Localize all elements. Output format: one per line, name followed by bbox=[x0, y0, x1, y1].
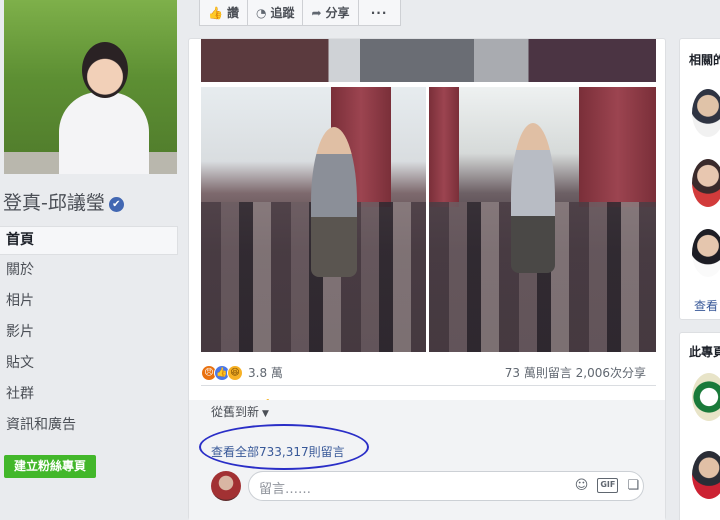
page-action-bar: 👍 讚 ◔ 追蹤 ➦ 分享 ··· bbox=[199, 0, 401, 26]
share-page-label: 分享 bbox=[325, 6, 350, 20]
party-logo-icon[interactable] bbox=[692, 373, 720, 421]
thumbs-up-icon: 👍 bbox=[208, 5, 223, 20]
page-avatar[interactable] bbox=[692, 451, 720, 499]
page-nav: 首頁 關於 相片 影片 貼文 社群 資訊和廣告 bbox=[0, 226, 178, 441]
more-options-button[interactable]: ··· bbox=[358, 0, 401, 26]
like-page-label: 讚 bbox=[226, 6, 239, 20]
related-page-avatar[interactable] bbox=[692, 159, 720, 207]
photo-person-body bbox=[59, 92, 149, 174]
nav-item-about[interactable]: 關於 bbox=[0, 255, 178, 286]
share-arrow-icon: ➦ bbox=[311, 5, 322, 20]
profile-photo[interactable] bbox=[4, 0, 177, 174]
nav-item-home[interactable]: 首頁 bbox=[0, 226, 178, 255]
comment-composer: 留言…… ☺ GIF ❏ bbox=[211, 471, 651, 501]
reaction-count: 3.8 萬 bbox=[248, 366, 283, 380]
share-page-button[interactable]: ➦ 分享 bbox=[303, 0, 359, 26]
haha-reaction-icon: 😆 bbox=[227, 364, 243, 381]
reaction-summary[interactable]: 😠 👍 😆 3.8 萬 bbox=[201, 364, 283, 381]
post-photo-top[interactable] bbox=[201, 39, 656, 82]
divider bbox=[201, 385, 656, 386]
photo-person-head bbox=[82, 42, 128, 98]
photo-speaker bbox=[311, 127, 357, 277]
page-name-text: 登真-邱議瑩 bbox=[3, 192, 105, 214]
highlight-ellipse bbox=[199, 424, 369, 470]
page-info-panel: 此專頁 bbox=[679, 332, 720, 520]
verified-badge-icon: ✔ bbox=[108, 197, 124, 212]
follow-button[interactable]: ◔ 追蹤 bbox=[247, 0, 304, 26]
sticker-icon[interactable]: ❏ bbox=[627, 478, 639, 493]
photo-curtain bbox=[579, 87, 656, 207]
see-more-link[interactable]: 查看 bbox=[694, 297, 718, 314]
gif-icon[interactable]: GIF bbox=[597, 478, 619, 493]
related-pages-panel: 相關的 查看 bbox=[679, 38, 720, 320]
page-info-title: 此專頁 bbox=[689, 345, 720, 359]
emoji-icon[interactable]: ☺ bbox=[575, 478, 589, 493]
post-card: 😠 👍 😆 3.8 萬 73 萬則留言 2,006次分享 👍 讚 🗨 留言 ➦ … bbox=[188, 38, 666, 520]
nav-item-info-ads[interactable]: 資訊和廣告 bbox=[0, 410, 178, 441]
caret-down-icon: ▼ bbox=[262, 409, 269, 419]
comment-placeholder: 留言…… bbox=[259, 482, 312, 497]
left-column: 登真-邱議瑩 ✔ 首頁 關於 相片 影片 貼文 社群 資訊和廣告 建立粉絲專頁 bbox=[0, 0, 185, 520]
related-page-avatar[interactable] bbox=[692, 229, 720, 277]
sort-label: 從舊到新 bbox=[211, 405, 260, 419]
page-title[interactable]: 登真-邱議瑩 ✔ bbox=[3, 188, 181, 215]
photo-speaker bbox=[511, 123, 555, 273]
related-page-avatar[interactable] bbox=[692, 89, 720, 137]
rss-icon: ◔ bbox=[255, 5, 267, 20]
post-stats: 😠 👍 😆 3.8 萬 73 萬則留言 2,006次分享 bbox=[201, 361, 656, 383]
related-pages-title: 相關的 bbox=[689, 53, 720, 67]
nav-item-photos[interactable]: 相片 bbox=[0, 286, 178, 317]
create-page-button[interactable]: 建立粉絲專頁 bbox=[4, 455, 96, 478]
comment-share-count[interactable]: 73 萬則留言 2,006次分享 bbox=[505, 364, 646, 381]
post-photo-right[interactable] bbox=[429, 87, 656, 352]
like-page-button[interactable]: 👍 讚 bbox=[199, 0, 248, 26]
comment-tools: ☺ GIF ❏ bbox=[575, 478, 639, 493]
post-photo-left[interactable] bbox=[201, 87, 426, 352]
right-column: 相關的 查看 此專頁 bbox=[679, 38, 720, 520]
follow-label: 追蹤 bbox=[270, 6, 295, 20]
comment-sort-dropdown[interactable]: 從舊到新 ▼ bbox=[211, 403, 269, 420]
nav-item-videos[interactable]: 影片 bbox=[0, 317, 178, 348]
avatar[interactable] bbox=[211, 471, 241, 501]
photo-curtain bbox=[429, 87, 459, 207]
nav-item-community[interactable]: 社群 bbox=[0, 379, 178, 410]
nav-item-posts[interactable]: 貼文 bbox=[0, 348, 178, 379]
